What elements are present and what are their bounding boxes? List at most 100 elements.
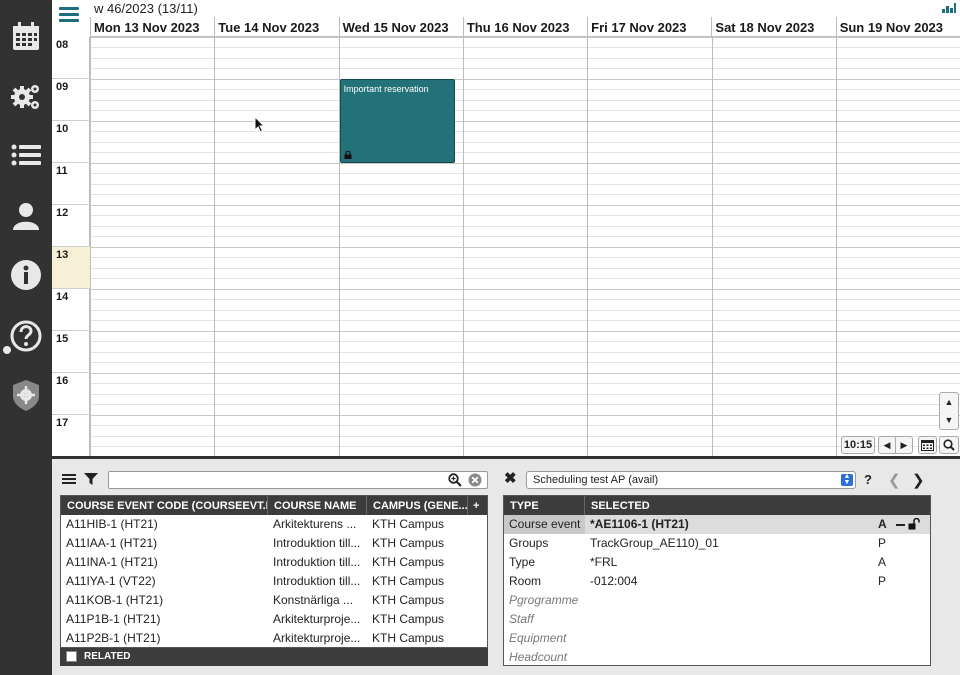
grid-line: [90, 341, 960, 342]
chevron-right-icon[interactable]: ❯: [912, 471, 925, 489]
hamburger-menu-icon[interactable]: [59, 7, 79, 27]
day-column-line: [90, 37, 91, 456]
table-row[interactable]: A11P2B-1 (HT21) Arkitekturproje... KTH Cam…: [61, 629, 487, 647]
topbar: w 46/2023 (13/11): [52, 0, 960, 22]
grid-line: [90, 288, 960, 290]
hour-label: 12: [52, 205, 90, 247]
grid-line: [90, 393, 960, 395]
day-header[interactable]: Sun 19 Nov 2023: [835, 17, 960, 37]
detail-flag: A: [878, 517, 887, 531]
hour-label: 15: [52, 331, 90, 373]
list-icon[interactable]: [6, 136, 46, 176]
date-picker-icon[interactable]: [918, 436, 937, 454]
related-checkbox[interactable]: [66, 651, 77, 662]
add-column-button[interactable]: +: [468, 496, 487, 515]
detail-type: Staff: [509, 612, 534, 626]
scroll-up-button[interactable]: ▲: [940, 393, 958, 411]
table-body: A11HIB-1 (HT21) Arkitekturens ... KTH Camp…: [61, 515, 487, 647]
detail-row[interactable]: Room -012:004 P: [504, 572, 930, 591]
hour-label: 17: [52, 415, 90, 456]
column-header-selected: SELECTED: [591, 500, 650, 512]
grid-line: [90, 404, 960, 405]
grid-line: [90, 446, 960, 447]
related-toggle[interactable]: RELATED: [60, 648, 488, 666]
table-cell: KTH Campus: [372, 612, 445, 626]
zoom-search-icon[interactable]: [448, 473, 462, 487]
column-header-campus[interactable]: CAMPUS (GENE...: [367, 496, 468, 515]
day-header[interactable]: Fri 17 Nov 2023: [587, 17, 711, 37]
info-icon[interactable]: [6, 255, 46, 295]
day-column-line: [462, 37, 464, 456]
lock-icon: [344, 151, 352, 159]
bar-chart-icon[interactable]: [942, 2, 956, 13]
sidebar: [0, 0, 52, 675]
day-header[interactable]: Sat 18 Nov 2023: [711, 17, 835, 37]
hour-label: 16: [52, 373, 90, 415]
search-icon[interactable]: [939, 436, 959, 454]
grid-line: [90, 78, 960, 80]
grid-line: [90, 99, 960, 101]
grid-line: [90, 236, 960, 237]
table-row[interactable]: A11IAA-1 (HT21) Introduktion till... KTH C…: [61, 534, 487, 553]
day-header[interactable]: Tue 14 Nov 2023: [214, 17, 338, 37]
admin-shield-icon[interactable]: [6, 375, 46, 415]
detail-row[interactable]: Groups TrackGroup_AE110)_01 P: [504, 534, 930, 553]
detail-row[interactable]: Headcount: [504, 648, 930, 665]
list-menu-icon[interactable]: [62, 474, 76, 485]
detail-type: Type: [509, 555, 536, 569]
grid-line: [90, 215, 960, 216]
table-cell: KTH Campus: [372, 574, 445, 588]
table-cell: KTH Campus: [372, 631, 445, 645]
hour-column: 08 09 10 11 12 13 14 15 16 17: [52, 37, 90, 456]
day-header[interactable]: Wed 15 Nov 2023: [338, 17, 463, 37]
day-header[interactable]: Mon 13 Nov 2023: [90, 17, 214, 37]
detail-row[interactable]: Pgrogramme: [504, 591, 930, 610]
table-cell: Introduktion till...: [273, 574, 361, 588]
column-header-code[interactable]: COURSE EVENT CODE (COURSEEVT.E...: [61, 496, 268, 515]
calendar-grid[interactable]: 08 09 10 11 12 13 14 15 16 17 Important …: [52, 37, 960, 456]
table-row[interactable]: A11HIB-1 (HT21) Arkitekturens ... KTH Camp…: [61, 515, 487, 534]
close-icon[interactable]: ✖: [504, 471, 518, 486]
detail-row[interactable]: Equipment: [504, 629, 930, 648]
gears-icon[interactable]: [6, 76, 46, 116]
help-button[interactable]: ?: [864, 472, 872, 487]
reservation-block[interactable]: Important reservation: [339, 79, 455, 163]
mouse-cursor-icon: [254, 116, 265, 133]
clear-search-icon[interactable]: [468, 473, 482, 487]
chevron-left-icon[interactable]: ❮: [888, 471, 901, 489]
detail-value: -012:004: [590, 574, 638, 588]
table-row[interactable]: A11KOB-1 (HT21) Konstnärliga ... KTH Campu…: [61, 591, 487, 610]
detail-value: *AE1106-1 (HT21): [590, 517, 689, 531]
chevron-updown-icon: ▲ ▼: [841, 473, 853, 486]
bottom-panel: COURSE EVENT CODE (COURSEEVT.E... COURSE…: [52, 459, 960, 675]
detail-row[interactable]: Type *FRL A: [504, 553, 930, 572]
scroll-down-button[interactable]: ▼: [940, 411, 958, 429]
grid-line: [90, 330, 960, 332]
grid-line: [90, 162, 960, 164]
search-input[interactable]: [108, 471, 488, 489]
table-cell: A11KOB-1 (HT21): [66, 593, 164, 607]
current-time[interactable]: 10:15: [841, 436, 875, 454]
table-row[interactable]: A11P1B-1 (HT21) Arkitekturproje... KTH Cam…: [61, 610, 487, 629]
column-header-name[interactable]: COURSE NAME: [268, 496, 367, 515]
next-week-button[interactable]: ▶: [895, 436, 913, 454]
reservation-template-select[interactable]: Scheduling test AP (avail) ▲ ▼: [526, 471, 856, 489]
day-header[interactable]: Thu 16 Nov 2023: [462, 17, 587, 37]
previous-week-button[interactable]: ◀: [878, 436, 896, 454]
table-cell: Arkitekturproje...: [273, 612, 361, 626]
filter-icon[interactable]: [84, 472, 98, 486]
minus-icon[interactable]: [896, 524, 905, 526]
detail-row[interactable]: Staff: [504, 610, 930, 629]
table-row[interactable]: A11INA-1 (HT21) Introduktion till... KTH C…: [61, 553, 487, 572]
user-icon[interactable]: [6, 196, 46, 236]
table-row[interactable]: A11IYA-1 (VT22) Introduktion till... KTH C…: [61, 572, 487, 591]
calendar-cells[interactable]: [90, 37, 960, 456]
calendar-icon[interactable]: [6, 16, 46, 56]
help-icon[interactable]: [6, 316, 46, 356]
unlock-icon[interactable]: [908, 518, 920, 530]
day-column-line: [214, 37, 216, 456]
reservation-title: Important reservation: [343, 84, 429, 94]
detail-row[interactable]: Course event *AE1106-1 (HT21) A: [504, 515, 930, 534]
grid-line: [90, 120, 960, 122]
hour-label: 11: [52, 163, 90, 205]
